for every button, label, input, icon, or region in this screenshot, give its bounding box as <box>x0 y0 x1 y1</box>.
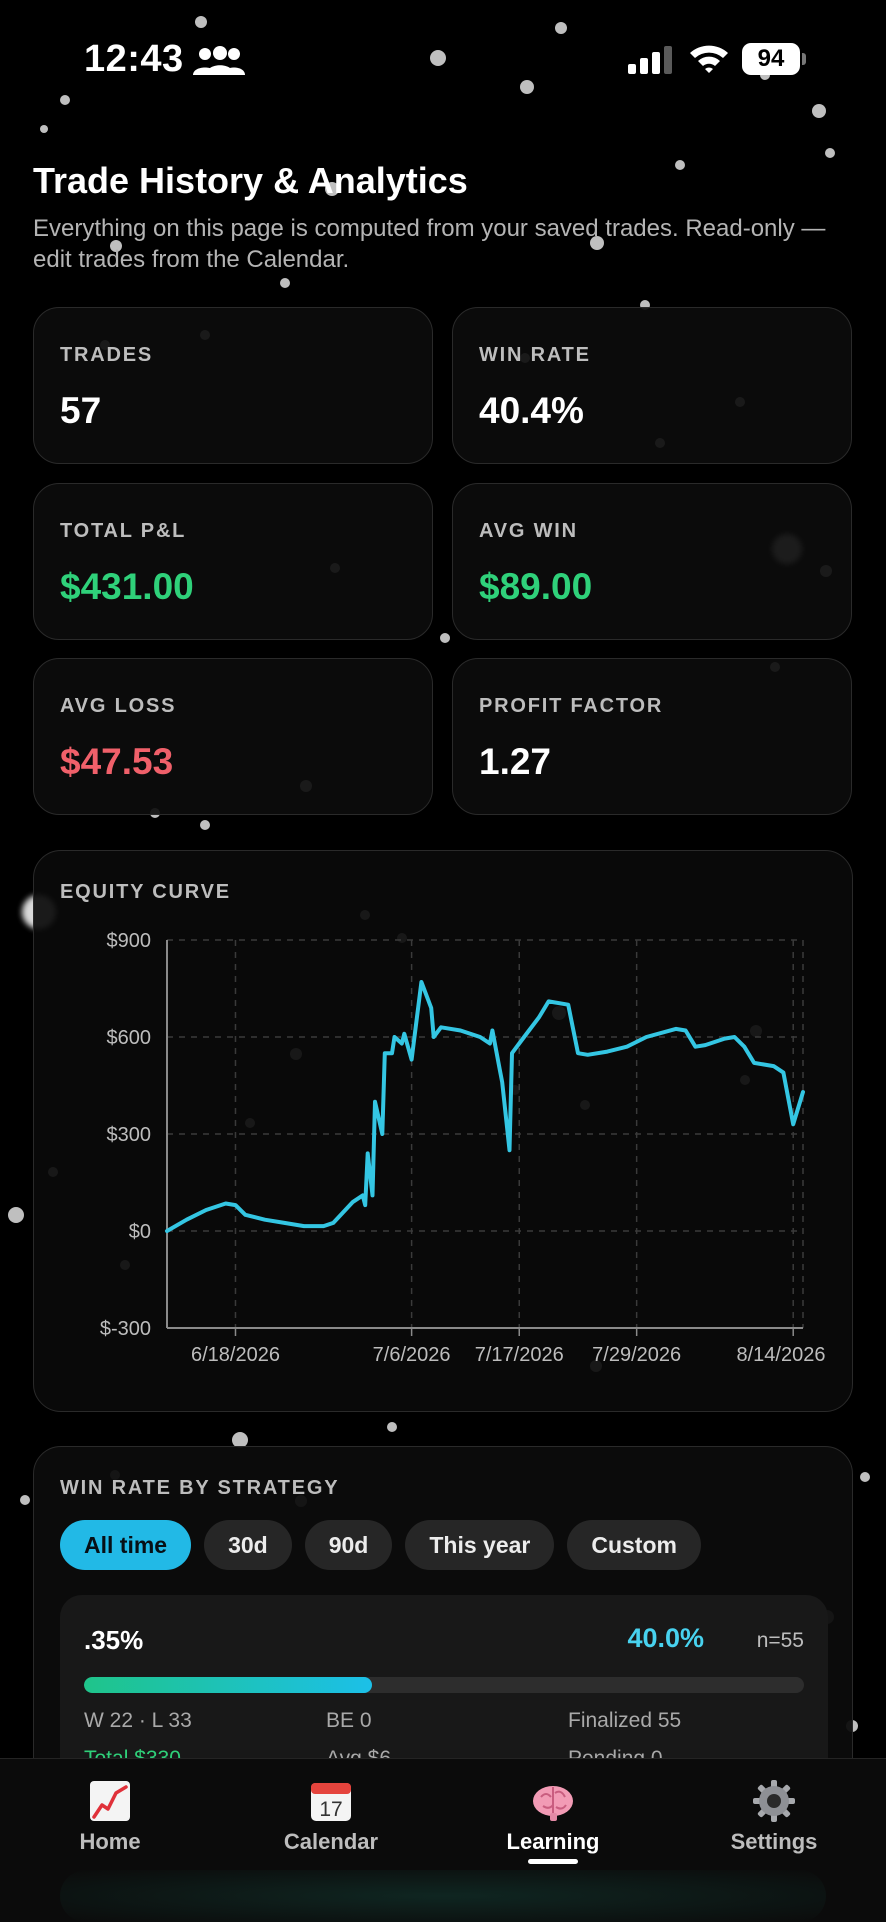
x-tick-label: 8/14/2026 <box>737 1344 826 1366</box>
snowflake <box>387 1422 397 1432</box>
x-tick-label: 7/29/2026 <box>592 1344 681 1366</box>
stat-label: AVG WIN <box>479 520 578 542</box>
stat-value: $89.00 <box>479 566 593 607</box>
tab-label: Learning <box>506 1829 600 1854</box>
filter-all-time[interactable]: All time <box>60 1520 192 1570</box>
snowflake <box>860 1472 870 1482</box>
chart-up-icon <box>90 1781 130 1821</box>
tab-label: Settings <box>730 1829 818 1854</box>
stat-value: $431.00 <box>60 566 194 607</box>
wifi-icon <box>690 45 728 73</box>
y-tick-label: $300 <box>107 1124 152 1146</box>
brain-icon <box>533 1786 573 1821</box>
tab-settings[interactable]: Settings <box>684 1779 864 1855</box>
y-tick-label: $600 <box>107 1027 152 1049</box>
equity-series-line <box>165 980 805 1233</box>
filter-30d[interactable]: 30d <box>204 1520 292 1570</box>
win-rate-bar-fill <box>84 1677 372 1693</box>
strategy-finalized: Finalized 55 <box>568 1709 682 1732</box>
stat-card-trades: TRADES 57 <box>33 307 433 464</box>
y-tick-label: $900 <box>107 930 152 952</box>
stat-value: 40.4% <box>479 390 584 431</box>
filter-custom[interactable]: Custom <box>567 1520 701 1570</box>
strategy-win-rate: 40.0% <box>627 1623 704 1653</box>
snowflake <box>440 633 450 643</box>
stat-label: TOTAL P&L <box>60 520 187 542</box>
tab-learning[interactable]: Learning <box>463 1779 643 1855</box>
x-tick-label: 7/17/2026 <box>475 1344 564 1366</box>
strategy-label: WIN RATE BY STRATEGY <box>60 1477 340 1499</box>
stat-label: PROFIT FACTOR <box>479 695 664 717</box>
stat-card-win-rate: WIN RATE 40.4% <box>452 307 852 464</box>
snowflake <box>280 278 290 288</box>
stat-card-total-pnl: TOTAL P&L $431.00 <box>33 483 433 640</box>
stat-label: WIN RATE <box>479 344 591 366</box>
stat-card-avg-win: AVG WIN $89.00 <box>452 483 852 640</box>
page-subtitle: Everything on this page is computed from… <box>33 215 826 273</box>
x-tick-label: 7/6/2026 <box>373 1344 451 1366</box>
status-bar: 12:43 94 <box>0 0 886 120</box>
tab-label: Calendar <box>283 1829 379 1854</box>
x-tick-label: 6/18/2026 <box>191 1344 280 1366</box>
calendar-icon-day: 17 <box>319 1798 342 1821</box>
signal-icon <box>628 46 672 74</box>
snowflake <box>20 1495 30 1505</box>
home-indicator-glow <box>60 1870 826 1922</box>
snowflake <box>40 125 48 133</box>
snowflake <box>825 148 835 158</box>
y-tick-label: $-300 <box>100 1318 151 1340</box>
stat-value: 57 <box>60 390 102 431</box>
tab-calendar[interactable]: 17 Calendar <box>241 1779 421 1855</box>
stat-label: AVG LOSS <box>60 695 177 717</box>
filter-90d[interactable]: 90d <box>304 1520 393 1570</box>
screen: 12:43 94 Trade History & Analytics Every… <box>0 0 886 1922</box>
tab-label: Home <box>79 1829 141 1854</box>
active-tab-indicator <box>528 1859 578 1864</box>
strategy-breakeven: BE 0 <box>326 1709 372 1732</box>
date-filter-group: All time 30d 90d This year Custom <box>60 1520 701 1570</box>
equity-curve-chart: $900 $600 $300 $0 $-300 6/18/2026 7/6/2026 7/17… <box>100 930 826 1366</box>
stat-value: 1.27 <box>479 741 552 782</box>
tab-home[interactable]: Home <box>20 1779 200 1855</box>
battery-icon: 94 <box>742 43 806 75</box>
battery-level: 94 <box>742 43 800 75</box>
calendar-icon: 17 <box>311 1783 351 1821</box>
strategy-name: .35% <box>84 1625 144 1655</box>
y-tick-label: $0 <box>129 1221 151 1243</box>
stat-label: TRADES <box>60 344 154 366</box>
snowflake <box>675 160 685 170</box>
page-title: Trade History & Analytics <box>33 160 468 201</box>
strategy-win-loss: W 22 · L 33 <box>84 1709 192 1732</box>
snowflake <box>8 1207 24 1223</box>
snowflake <box>200 820 210 830</box>
filter-this-year[interactable]: This year <box>405 1520 555 1570</box>
gear-icon <box>753 1780 795 1822</box>
stat-value: $47.53 <box>60 741 174 782</box>
strategy-count: n=55 <box>756 1629 804 1652</box>
win-rate-bar <box>84 1677 804 1693</box>
people-icon <box>193 46 245 75</box>
status-time: 12:43 <box>84 38 184 80</box>
stat-card-avg-loss: AVG LOSS $47.53 <box>33 658 433 815</box>
equity-curve-card: EQUITY CURVE $900 $600 $300 $0 $-300 6/18/202… <box>33 850 853 1412</box>
stat-card-profit-factor: PROFIT FACTOR 1.27 <box>452 658 852 815</box>
